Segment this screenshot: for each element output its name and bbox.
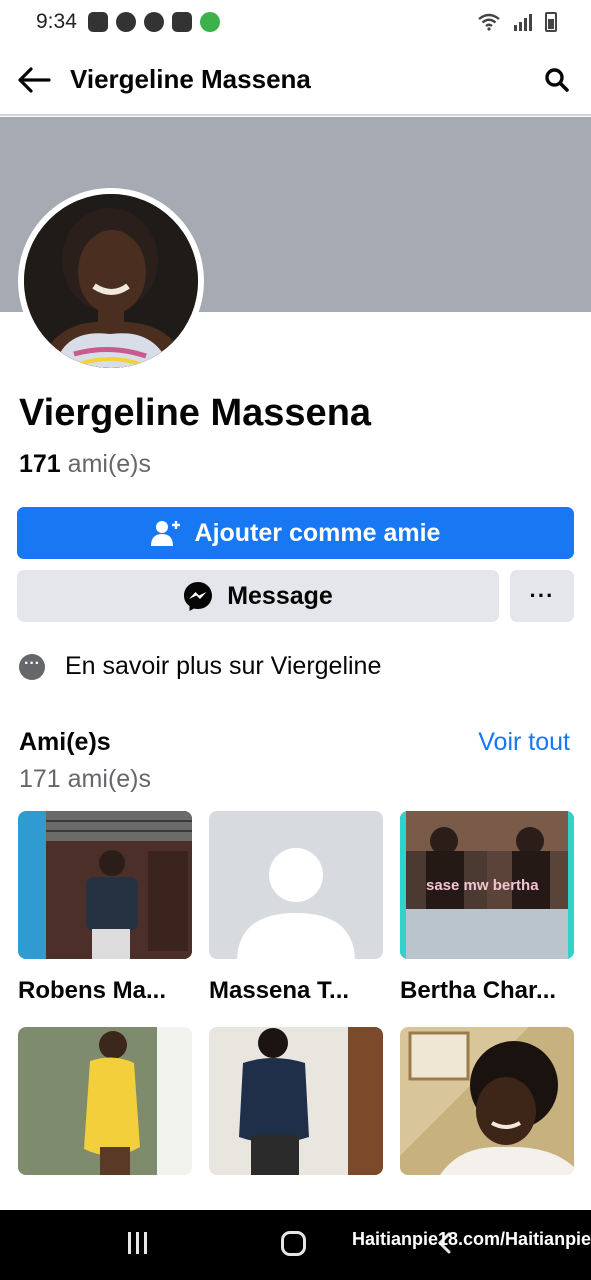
discord-icon	[116, 12, 136, 32]
messenger-icon	[184, 582, 213, 611]
system-navigation-bar: Haitianpie18.com/Haitianpie	[0, 1210, 591, 1280]
recent-apps-button[interactable]	[128, 1232, 147, 1254]
friend-count-number: 171	[19, 450, 61, 478]
friends-grid: Robens Ma... Massena T... sase mw bertha	[18, 811, 575, 1223]
more-options-icon: ···	[529, 583, 555, 608]
friend-image	[239, 1028, 309, 1175]
friend-image	[84, 1031, 140, 1175]
status-time: 9:34	[36, 10, 77, 33]
header-title: Viergeline Massena	[70, 64, 311, 94]
home-button[interactable]	[281, 1231, 306, 1256]
see-all-link[interactable]: Voir tout	[478, 728, 570, 757]
photo-caption: sase mw bertha	[426, 877, 539, 894]
search-button[interactable]	[537, 60, 577, 100]
avatar-image	[24, 194, 198, 368]
friend-photo	[18, 811, 192, 959]
friend-card[interactable]: Robens Ma...	[18, 811, 192, 1007]
friend-photo	[209, 1027, 383, 1175]
about-link[interactable]: ··· En savoir plus sur Viergeline	[19, 652, 381, 681]
add-friend-icon	[150, 521, 180, 546]
friend-image	[408, 1031, 574, 1175]
message-label: Message	[227, 581, 333, 610]
notification-icons	[88, 12, 220, 32]
friend-name: Robens Ma...	[18, 977, 167, 1004]
search-icon	[545, 68, 569, 92]
avatar	[24, 194, 198, 368]
system-icons	[477, 12, 557, 32]
youtube-icon	[172, 12, 192, 32]
status-bar: 9:34	[0, 0, 591, 44]
battery-icon	[545, 12, 557, 32]
friend-card[interactable]	[209, 1027, 383, 1223]
discord-icon	[144, 12, 164, 32]
friends-section-title: Ami(e)s	[19, 728, 111, 756]
back-button[interactable]	[14, 60, 54, 100]
app-header: Viergeline Massena	[0, 44, 591, 116]
default-avatar-icon	[237, 848, 355, 959]
friend-count-label: ami(e)s	[67, 450, 152, 478]
friend-name: Massena T...	[209, 977, 350, 1004]
friend-photo	[400, 1027, 574, 1175]
add-friend-label: Ajouter comme amie	[194, 518, 441, 547]
friend-card[interactable]	[400, 1027, 574, 1223]
watermark: Haitianpie18.com/Haitianpie	[352, 1229, 591, 1249]
arrow-left-icon	[18, 67, 51, 93]
friend-photo: sase mw bertha	[400, 811, 574, 959]
profile-picture[interactable]	[18, 188, 204, 374]
friend-card[interactable]: Massena T...	[209, 811, 383, 1007]
about-label: En savoir plus sur Viergeline	[65, 652, 382, 680]
friend-name: Bertha Char...	[400, 977, 557, 1004]
message-button[interactable]: Message	[17, 570, 499, 622]
friend-image	[46, 811, 192, 959]
friend-photo	[18, 1027, 192, 1175]
friends-subtitle: 171 ami(e)s	[19, 765, 151, 793]
more-options-button[interactable]: ···	[510, 570, 574, 622]
friend-card[interactable]: sase mw bertha Bertha Char...	[400, 811, 574, 1007]
profile-name: Viergeline Massena	[19, 392, 372, 434]
add-friend-button[interactable]: Ajouter comme amie	[17, 507, 574, 559]
app-notification-icon	[88, 12, 108, 32]
wifi-icon	[478, 13, 500, 31]
signal-icon	[514, 14, 532, 31]
more-info-icon: ···	[19, 653, 45, 680]
friend-count[interactable]: 171 ami(e)s	[19, 450, 151, 479]
friend-card[interactable]	[18, 1027, 192, 1223]
check-icon	[200, 12, 220, 32]
friend-photo	[209, 811, 383, 959]
